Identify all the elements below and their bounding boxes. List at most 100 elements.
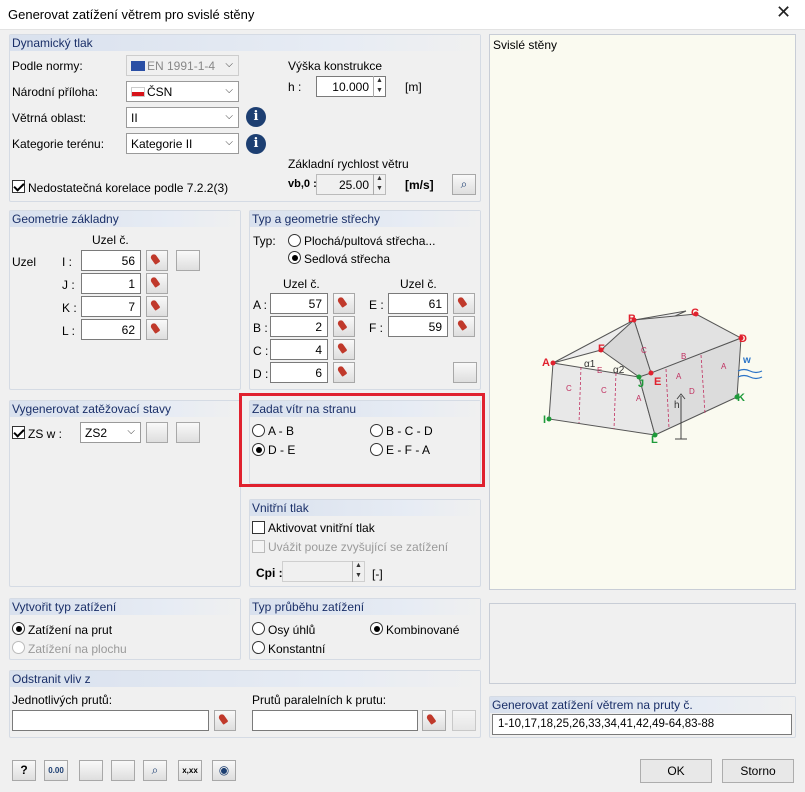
pick-node-icon[interactable] xyxy=(453,293,475,314)
eye-icon[interactable]: ◉ xyxy=(212,760,236,781)
pick-multiple-icon[interactable] xyxy=(453,362,477,383)
node-f-input[interactable]: 59 xyxy=(388,316,448,337)
vb-title: Základní rychlost větru xyxy=(288,157,409,171)
clear-icon[interactable] xyxy=(452,710,476,731)
node-c-input[interactable]: 4 xyxy=(270,339,328,360)
correlation-checkbox[interactable] xyxy=(12,180,25,193)
node-a-label: A : xyxy=(253,298,268,312)
ok-button[interactable]: OK xyxy=(640,759,712,783)
constant-radio[interactable] xyxy=(252,641,265,654)
wind-zone-select[interactable]: II ⌵ xyxy=(126,107,239,128)
member-load-radio[interactable] xyxy=(12,622,25,635)
pick-node-icon[interactable] xyxy=(146,296,168,317)
internal-activate-label: Aktivovat vnitřní tlak xyxy=(268,521,375,535)
annex-label: Národní příloha: xyxy=(12,85,99,99)
roof-gable-radio[interactable] xyxy=(288,251,301,264)
wind-side-ab-radio[interactable] xyxy=(252,424,265,437)
roof-flat-radio[interactable] xyxy=(288,234,301,247)
building-diagram: CEC ACB ADA h α1 α2 w A B C D E F I J K … xyxy=(542,307,763,446)
norm-label: Podle normy: xyxy=(12,59,83,73)
group-header: Dynamický tlak xyxy=(10,35,480,51)
node-k-label: K : xyxy=(62,301,77,315)
cz-flag-icon xyxy=(131,87,145,97)
edit-loadcase-icon[interactable] xyxy=(176,422,200,443)
node-e-input[interactable]: 61 xyxy=(388,293,448,314)
single-members-input[interactable] xyxy=(12,710,209,731)
eu-flag-icon xyxy=(131,61,145,71)
members-input[interactable]: 1-10,17,18,25,26,33,34,41,42,49-64,83-88 xyxy=(492,714,792,735)
search-icon[interactable]: ⌕ xyxy=(143,760,167,781)
annex-select[interactable]: ČSN ⌵ xyxy=(126,81,239,102)
highlight-frame xyxy=(239,393,485,487)
wind-zone-label: Větrná oblast: xyxy=(12,111,87,125)
wind-side-bcd-radio[interactable] xyxy=(370,424,383,437)
pick-member-icon[interactable] xyxy=(214,710,236,731)
cancel-button[interactable]: Storno xyxy=(722,759,794,783)
svg-text:C: C xyxy=(601,386,607,395)
alpha2-label: α2 xyxy=(613,365,625,376)
svg-text:C: C xyxy=(641,346,647,355)
node-label-j: J xyxy=(638,378,644,390)
group-header: Generovat zatížení větrem na pruty č. xyxy=(490,697,795,713)
node-f-label: F : xyxy=(369,321,383,335)
loadcase-checkbox[interactable] xyxy=(12,426,25,439)
close-icon[interactable]: ✕ xyxy=(776,2,791,23)
node-label-c: C xyxy=(691,307,699,319)
internal-activate-checkbox[interactable] xyxy=(252,521,265,534)
pick-node-icon[interactable] xyxy=(146,250,168,271)
pick-node-icon[interactable] xyxy=(333,316,355,337)
units-icon[interactable]: x,xx xyxy=(178,760,202,781)
search-icon[interactable]: ⌕ xyxy=(452,174,476,195)
cpi-spinner[interactable]: ▲ ▼ xyxy=(352,561,364,582)
surface-load-radio[interactable] xyxy=(12,641,25,654)
pick-node-icon[interactable] xyxy=(146,273,168,294)
pick-node-icon[interactable] xyxy=(146,319,168,340)
node-i-input[interactable]: 56 xyxy=(81,250,141,271)
info-icon[interactable]: i xyxy=(246,134,266,154)
parallel-members-input[interactable] xyxy=(252,710,418,731)
node-label-l: L xyxy=(651,434,658,446)
node-l-input[interactable]: 62 xyxy=(81,319,141,340)
new-loadcase-icon[interactable] xyxy=(146,422,168,443)
wind-side-efa-label: E - F - A xyxy=(386,443,431,457)
pick-node-icon[interactable] xyxy=(453,316,475,337)
height-spinner[interactable]: ▲ ▼ xyxy=(373,76,385,97)
wind-side-de-radio[interactable] xyxy=(252,443,265,456)
pick-node-icon[interactable] xyxy=(333,362,355,383)
node-k-input[interactable]: 7 xyxy=(81,296,141,317)
pick-parallel-icon[interactable] xyxy=(422,710,446,731)
calculator-icon[interactable]: 0.00 xyxy=(44,760,68,781)
pick-node-icon[interactable] xyxy=(333,339,355,360)
increasing-only-checkbox[interactable] xyxy=(252,540,265,553)
node-a-input[interactable]: 57 xyxy=(270,293,328,314)
node-d-input[interactable]: 6 xyxy=(270,362,328,383)
chevron-down-icon: ⌵ xyxy=(225,111,233,122)
pick-multiple-icon[interactable] xyxy=(176,250,200,271)
norm-select[interactable]: EN 1991-1-4 ⌵ xyxy=(126,55,239,76)
cpi-unit: [-] xyxy=(372,567,383,581)
chevron-down-icon: ⌵ xyxy=(225,59,233,70)
terrain-select[interactable]: Kategorie II ⌵ xyxy=(126,133,239,154)
node-j-input[interactable]: 1 xyxy=(81,273,141,294)
info-icon[interactable]: i xyxy=(246,107,266,127)
group-header: Typ průběhu zatížení xyxy=(250,599,480,615)
save-icon[interactable] xyxy=(111,760,135,781)
chevron-down-icon: ⌵ xyxy=(127,426,135,437)
constant-label: Konstantní xyxy=(268,642,326,656)
axes-radio[interactable] xyxy=(252,622,265,635)
wind-side-efa-radio[interactable] xyxy=(370,443,383,456)
help-icon[interactable]: ? xyxy=(12,760,36,781)
open-folder-icon[interactable] xyxy=(79,760,103,781)
vb-label: vb,0 : xyxy=(288,178,317,190)
node-column-header: Uzel č. xyxy=(400,277,437,291)
parallel-members-label: Prutů paralelních k prutu: xyxy=(252,693,387,707)
member-load-label: Zatížení na prut xyxy=(28,623,113,637)
vb-spinner[interactable]: ▲ ▼ xyxy=(373,174,385,195)
group-header: Typ a geometrie střechy xyxy=(250,211,480,227)
pick-node-icon[interactable] xyxy=(333,293,355,314)
combined-radio[interactable] xyxy=(370,622,383,635)
node-b-input[interactable]: 2 xyxy=(270,316,328,337)
loadcase-select[interactable]: ZS2 ⌵ xyxy=(80,422,141,443)
chevron-down-icon: ⌵ xyxy=(225,137,233,148)
node-label-d: D xyxy=(739,333,747,345)
